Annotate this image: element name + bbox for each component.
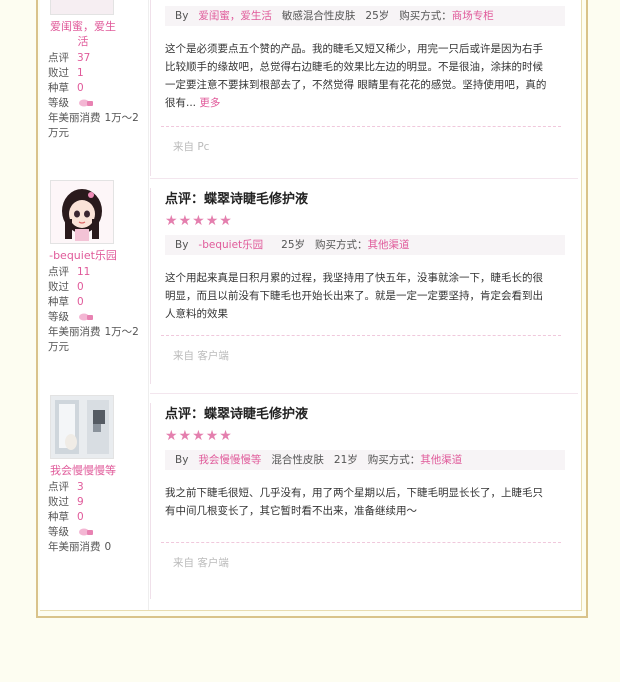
review-meta: By -bequiet乐园 25岁 购买方式：其他渠道 (165, 235, 565, 255)
rating-stars: ★★★★★ (165, 428, 579, 444)
star-icon: ★ (219, 213, 233, 229)
stat-fail: 败过 1 (48, 67, 84, 79)
stat-level: 等级 (48, 310, 144, 325)
avatar[interactable] (50, 0, 114, 15)
purchase-channel-link[interactable]: 其他渠道 (368, 239, 410, 251)
star-icon: ★ (192, 428, 206, 444)
star-icon: ★ (205, 213, 220, 229)
username[interactable]: -bequiet乐园 (48, 248, 118, 263)
review-title[interactable]: 点评：蝶翠诗睫毛修护液 (165, 188, 579, 207)
stat-grass: 种草 0 (48, 296, 84, 308)
level-badge-icon (79, 528, 94, 536)
more-link[interactable]: 更多 (199, 97, 220, 109)
review-meta: By 我会慢慢慢等 混合性皮肤 21岁 购买方式：其他渠道 (165, 450, 565, 470)
avatar[interactable] (50, 180, 114, 244)
stat-level: 等级 (48, 96, 144, 111)
review-separator (150, 393, 578, 394)
stat-points: 点评 3 (48, 481, 84, 493)
level-badge-icon (79, 99, 94, 107)
review-body: 这个是必须要点五个赞的产品。我的睫毛又短又稀少，用完一只后或许是因为右手比较顺手… (165, 43, 547, 109)
review-separator (150, 178, 578, 179)
meta-user-link[interactable]: 爱闺蜜，爱生活 (198, 10, 272, 22)
divider (161, 542, 561, 543)
star-icon: ★ (165, 428, 179, 444)
stat-spend: 年美丽消费 0 (48, 541, 112, 553)
divider (161, 126, 561, 127)
review-source: 来自 Pc (173, 141, 210, 153)
stat-spend: 年美丽消费 1万～2万元 (48, 326, 139, 353)
meta-user-link[interactable]: 我会慢慢慢等 (198, 454, 261, 466)
purchase-channel-link[interactable]: 商场专柜 (452, 10, 494, 22)
star-icon: ★ (192, 213, 206, 229)
star-icon: ★ (178, 428, 193, 444)
rating-stars: ★★★★★ (165, 213, 579, 229)
user-info-3: 我会慢慢慢等 点评 3 败过 9 种草 0 等级 年美丽消费 0 (48, 395, 144, 555)
review-body: 这个用起来真是日积月累的过程，我坚持用了快五年，没事就涂一下，睫毛长的很明显，而… (165, 272, 543, 320)
stat-fail: 败过 9 (48, 496, 84, 508)
avatar[interactable] (50, 395, 114, 459)
stat-grass: 种草 0 (48, 82, 84, 94)
review-title[interactable]: 点评：蝶翠诗睫毛修护液 (165, 403, 579, 422)
review-source: 来自 客户端 (173, 350, 229, 362)
star-icon: ★ (219, 428, 233, 444)
review-body: 我之前下睫毛很短、几乎没有，用了两个星期以后，下睫毛明显长长了，上睫毛只有中间几… (165, 487, 543, 517)
user-info-1: 爱闺蜜，爱生活 点评 37 败过 1 种草 0 等级 年美丽消费 1万～2万元 (48, 0, 144, 141)
meta-user-link[interactable]: -bequiet乐园 (198, 239, 263, 251)
stat-points: 点评 37 (48, 52, 91, 64)
level-badge-icon (79, 313, 94, 321)
star-icon: ★ (165, 213, 179, 229)
divider (161, 335, 561, 336)
stat-level: 等级 (48, 525, 144, 540)
user-info-2: -bequiet乐园 点评 11 败过 0 种草 0 等级 年美丽消费 1万～2万元 (48, 180, 144, 355)
review-meta: By 爱闺蜜，爱生活 敏感混合性皮肤 25岁 购买方式：商场专柜 (165, 6, 565, 26)
stat-grass: 种草 0 (48, 511, 84, 523)
star-icon: ★ (205, 428, 220, 444)
username[interactable]: 我会慢慢慢等 (48, 463, 118, 478)
review-card-3: 点评：蝶翠诗睫毛修护液 ★★★★★ By 我会慢慢慢等 混合性皮肤 21岁 购买方式：其… (150, 403, 579, 599)
stat-spend: 年美丽消费 1万～2万元 (48, 112, 139, 139)
stat-fail: 败过 0 (48, 281, 84, 293)
review-card-1: By 爱闺蜜，爱生活 敏感混合性皮肤 25岁 购买方式：商场专柜 这个是必须要点五个赞的… (150, 0, 579, 176)
star-icon: ★ (178, 213, 193, 229)
username[interactable]: 爱闺蜜，爱生活 (48, 19, 118, 49)
review-source: 来自 客户端 (173, 557, 229, 569)
review-card-2: 点评：蝶翠诗睫毛修护液 ★★★★★ By -bequiet乐园 25岁 购买方式：其他… (150, 188, 579, 384)
stat-points: 点评 11 (48, 266, 91, 278)
purchase-channel-link[interactable]: 其他渠道 (420, 454, 462, 466)
